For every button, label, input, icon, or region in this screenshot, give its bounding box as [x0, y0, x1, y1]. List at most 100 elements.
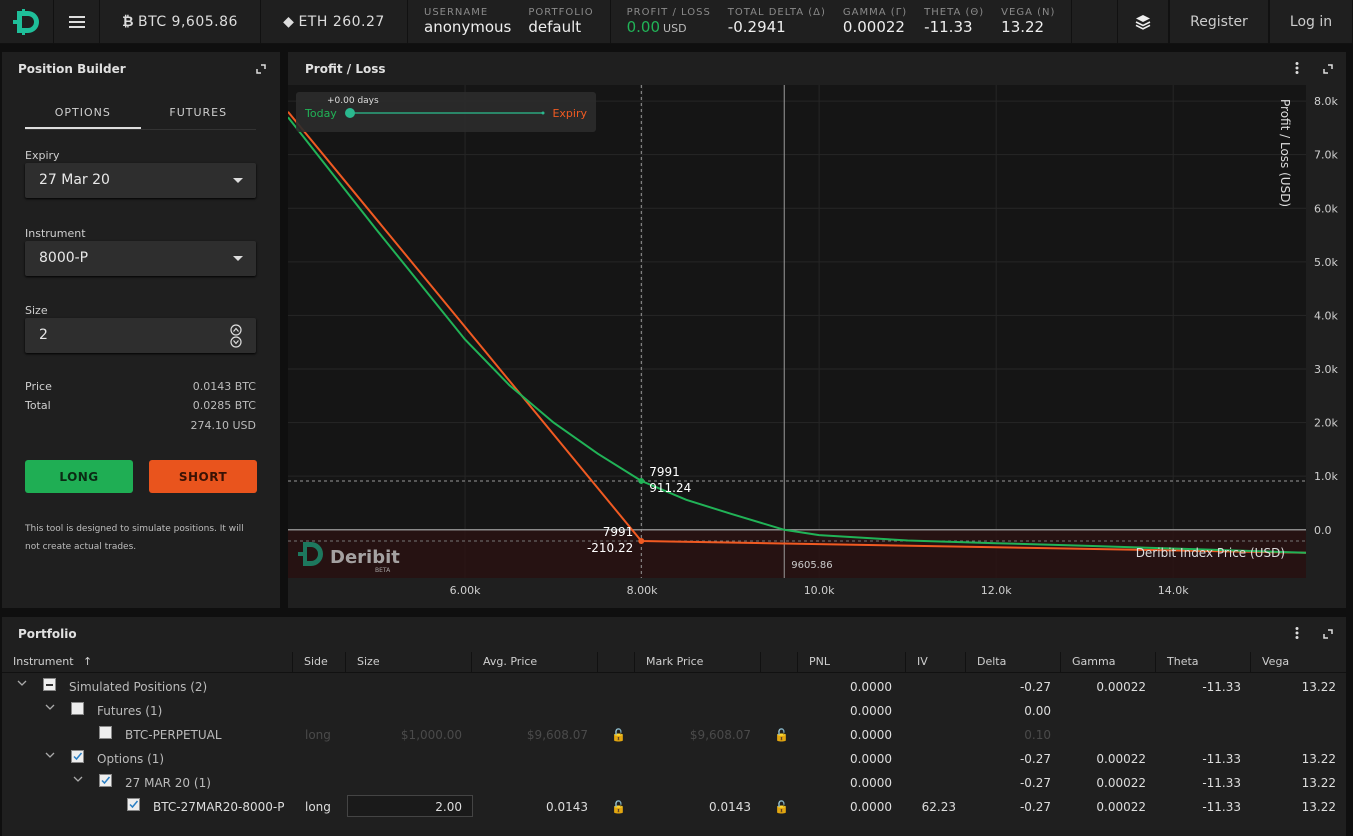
- y-tick-label: 5.0k: [1314, 256, 1338, 269]
- row-theta: -11.33: [1202, 776, 1241, 790]
- checkbox[interactable]: [99, 726, 112, 739]
- col-mark-price[interactable]: Mark Price: [635, 652, 761, 673]
- table-row[interactable]: Futures (1) 0.0000 0.00: [2, 699, 1346, 723]
- login-button[interactable]: Log in: [1269, 0, 1353, 43]
- row-vega: 13.22: [1301, 800, 1336, 814]
- stat-value: -0.2941: [727, 17, 786, 36]
- layers-icon[interactable]: [1117, 0, 1169, 43]
- chevron-down-icon[interactable]: [44, 750, 56, 760]
- register-button[interactable]: Register: [1169, 0, 1269, 43]
- profit-loss-panel: Profit / Loss 6.00k 8.00k 10.0k 12.0k 14.0k 0…: [288, 52, 1346, 608]
- stat-label: THETA (Θ): [924, 7, 985, 19]
- btc-ticker[interactable]: ₿ BTC 9,605.86: [100, 0, 261, 43]
- chevron-down-icon[interactable]: [44, 702, 56, 712]
- col-avg-price[interactable]: Avg. Price: [472, 652, 598, 673]
- chevron-down-icon[interactable]: [72, 774, 84, 784]
- stat-value: anonymous: [424, 17, 512, 36]
- row-pnl: 0.0000: [850, 680, 892, 694]
- deribit-logo-icon[interactable]: [0, 0, 54, 43]
- panel-title: Portfolio: [18, 627, 77, 641]
- checked-checkbox[interactable]: [71, 750, 84, 763]
- stat-value: 0.00 USD: [626, 17, 711, 36]
- col-vega[interactable]: Vega: [1251, 652, 1346, 673]
- total-row: Total 0.0285 BTC: [25, 399, 256, 412]
- partial-checkbox[interactable]: [43, 678, 56, 691]
- checked-checkbox[interactable]: [99, 774, 112, 787]
- crosshair-expiry-x-label: 7991: [603, 525, 634, 539]
- pnl-value: 0.00: [626, 17, 661, 36]
- lock-icon[interactable]: 🔓: [774, 800, 789, 814]
- days-slider-handle[interactable]: [345, 108, 355, 118]
- table-row[interactable]: BTC-PERPETUAL long $1,000.00 $9,608.07 🔓…: [2, 723, 1346, 747]
- row-mark-price: $9,608.07: [689, 728, 751, 742]
- col-theta[interactable]: Theta: [1156, 652, 1251, 673]
- watermark-text: Deribit: [330, 547, 400, 568]
- eth-ticker[interactable]: ◆ ETH 260.27: [261, 0, 408, 43]
- row-name[interactable]: BTC-27MAR20-8000-P: [153, 800, 284, 814]
- expiry-marker: [638, 538, 645, 545]
- col-iv[interactable]: IV: [906, 652, 966, 673]
- x-axis-title: Deribit Index Price (USD): [1136, 546, 1285, 560]
- builder-tabs: OPTIONS FUTURES: [25, 102, 256, 130]
- table-row[interactable]: Simulated Positions (2) 0.0000 -0.27 0.0…: [2, 675, 1346, 699]
- col-instrument[interactable]: Instrument ↑: [2, 652, 293, 673]
- more-options-icon[interactable]: [1293, 626, 1301, 640]
- stat-gamma: GAMMA (Γ) 0.00022: [843, 7, 907, 36]
- col-delta[interactable]: Delta: [966, 652, 1061, 673]
- instrument-select[interactable]: 8000-P: [25, 241, 256, 276]
- col-pnl[interactable]: PNL: [798, 652, 906, 673]
- stat-label: VEGA (Ν): [1001, 7, 1056, 19]
- size-input[interactable]: 2: [25, 318, 256, 353]
- long-button[interactable]: LONG: [25, 460, 133, 493]
- y-tick-label: 7.0k: [1314, 149, 1338, 162]
- size-label: Size: [25, 304, 48, 317]
- y-tick-label: 2.0k: [1314, 417, 1338, 430]
- row-avg-price: $9,608.07: [526, 728, 588, 742]
- stat-value: default: [528, 17, 582, 36]
- chevron-down-icon[interactable]: [16, 678, 28, 688]
- checkbox[interactable]: [71, 702, 84, 715]
- row-side: long: [305, 728, 331, 742]
- row-iv: 62.23: [921, 800, 956, 814]
- caret-down-icon: [233, 178, 243, 183]
- plot-area: [288, 85, 1306, 578]
- tab-options[interactable]: OPTIONS: [25, 102, 141, 129]
- stat-value: 0.00022: [842, 17, 905, 36]
- lock-icon[interactable]: 🔓: [611, 800, 626, 814]
- y-tick-label: 1.0k: [1314, 470, 1338, 483]
- stat-pnl: PROFIT / LOSS 0.00 USD: [627, 7, 711, 36]
- checked-checkbox[interactable]: [127, 798, 140, 811]
- crosshair-today-y-label: 911.24: [649, 481, 691, 495]
- lock-icon[interactable]: 🔓: [611, 728, 626, 742]
- lock-icon[interactable]: 🔓: [774, 728, 789, 742]
- y-tick-label: 4.0k: [1314, 309, 1338, 322]
- expand-icon[interactable]: [256, 64, 266, 74]
- row-theta: -11.33: [1202, 680, 1241, 694]
- stat-delta: TOTAL DELTA (Δ) -0.2941: [728, 7, 826, 36]
- col-gamma[interactable]: Gamma: [1061, 652, 1156, 673]
- row-avg-price: 0.0143: [546, 800, 588, 814]
- stepper-icon[interactable]: [230, 324, 242, 348]
- short-button[interactable]: SHORT: [149, 460, 257, 493]
- table-row[interactable]: 27 MAR 20 (1) 0.0000 -0.27 0.00022 -11.3…: [2, 771, 1346, 795]
- row-theta: -11.33: [1202, 752, 1241, 766]
- row-pnl: 0.0000: [850, 776, 892, 790]
- total-label: Total: [25, 399, 51, 412]
- more-options-icon[interactable]: [1293, 61, 1301, 75]
- hamburger-menu-icon[interactable]: [54, 0, 100, 43]
- table-row[interactable]: BTC-27MAR20-8000-P long 2.00 0.0143 🔓 0.…: [2, 795, 1346, 819]
- price-row: Price 0.0143 BTC: [25, 380, 256, 393]
- table-row[interactable]: Options (1) 0.0000 -0.27 0.00022 -11.33 …: [2, 747, 1346, 771]
- instrument-label: Instrument: [25, 227, 86, 240]
- pnl-chart[interactable]: 6.00k 8.00k 10.0k 12.0k 14.0k 0.0 1.0k 2.0k 3.0k…: [288, 85, 1346, 608]
- row-gamma: 0.00022: [1096, 800, 1146, 814]
- expand-icon[interactable]: [1323, 629, 1333, 639]
- col-side[interactable]: Side: [293, 652, 346, 673]
- expiry-select[interactable]: 27 Mar 20: [25, 163, 256, 198]
- days-slider-end: [541, 111, 545, 115]
- col-size[interactable]: Size: [346, 652, 472, 673]
- stat-label: USERNAME: [424, 7, 489, 19]
- stat-username: USERNAME anonymous: [424, 7, 511, 36]
- tab-futures[interactable]: FUTURES: [141, 102, 257, 129]
- expand-icon[interactable]: [1323, 64, 1333, 74]
